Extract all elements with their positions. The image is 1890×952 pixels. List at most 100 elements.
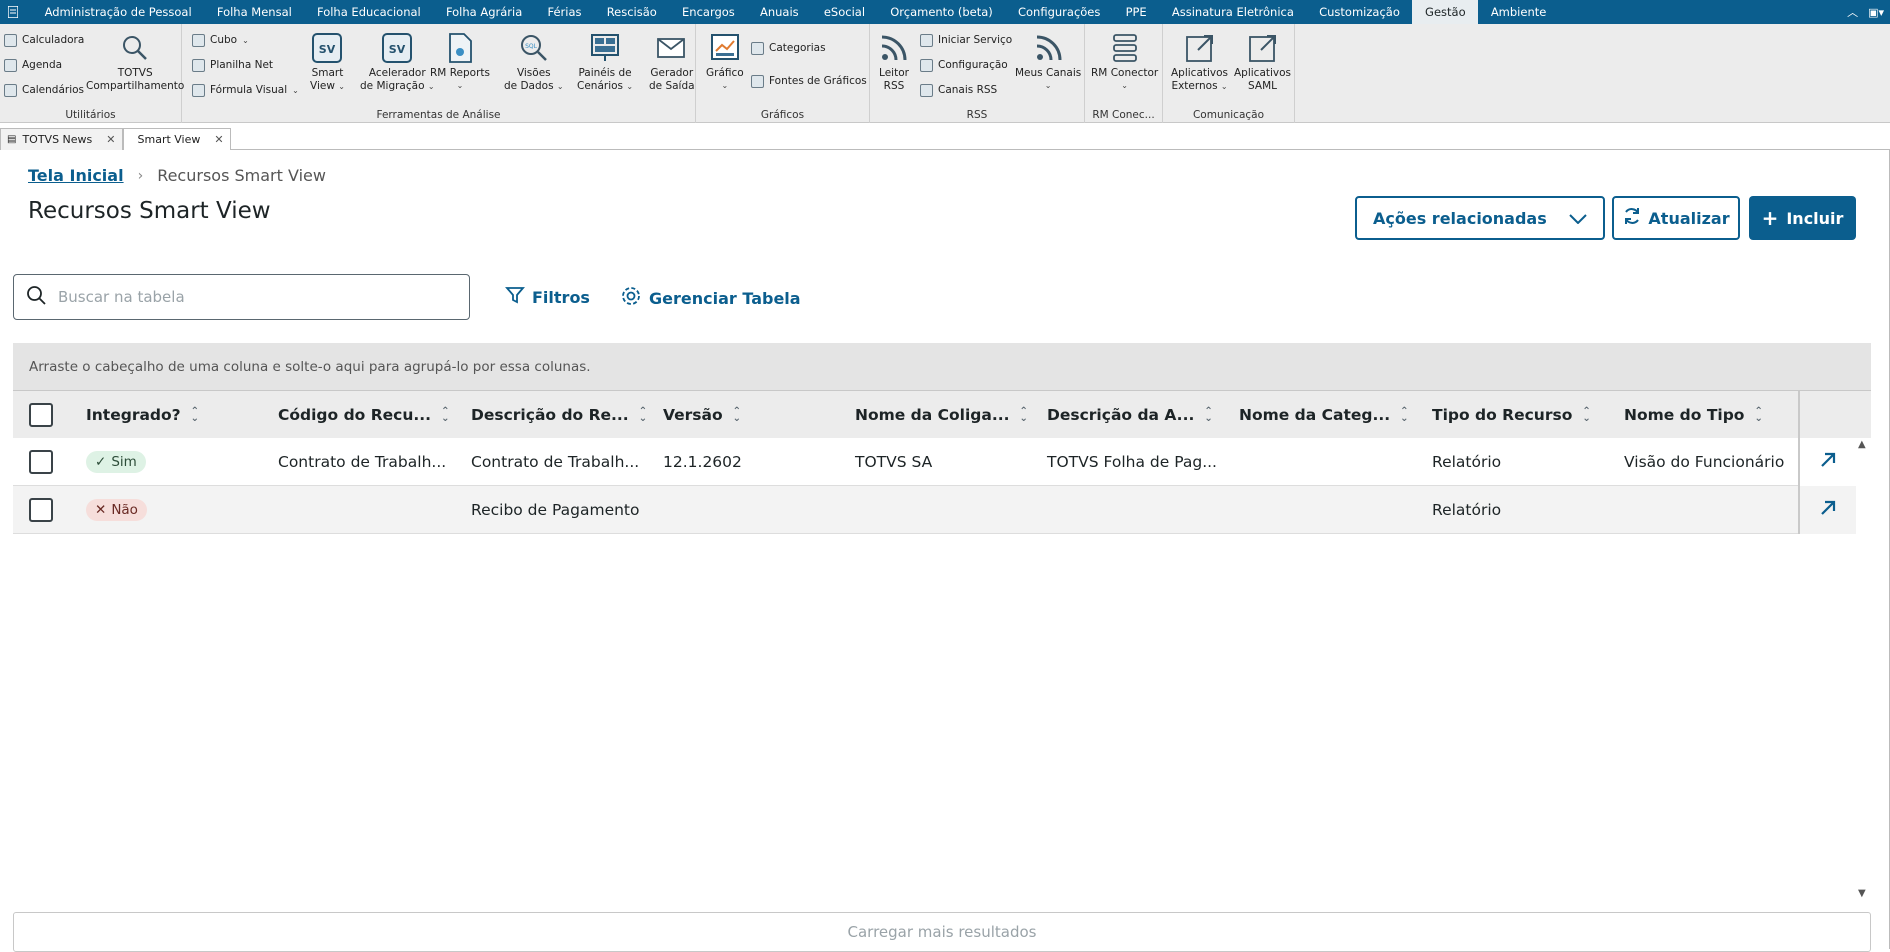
cell-nome-tipo: Visão do Funcionário: [1624, 453, 1785, 471]
canais-rss-button[interactable]: Canais RSS: [920, 81, 997, 99]
paineis-cenarios-button[interactable]: Painéis de Cenários ⌄: [577, 32, 633, 93]
menu-tab-orcamento[interactable]: Orçamento (beta): [878, 0, 1006, 24]
menu-tab-rescisao[interactable]: Rescisão: [594, 0, 669, 24]
search-input[interactable]: [58, 288, 438, 306]
calculadora-button[interactable]: Calculadora: [4, 31, 84, 49]
aplicativos-externos-button[interactable]: Aplicativos Externos ⌄: [1171, 32, 1228, 93]
menu-tab-assinatura[interactable]: Assinatura Eletrônica: [1159, 0, 1306, 24]
menu-tab-gestao[interactable]: Gestão: [1412, 0, 1479, 24]
table-header: Integrado? ⌃ ⌄ Código do Recu... ⌃ ⌄ Descriç…: [13, 390, 1871, 439]
menu-tab-folha-mensal[interactable]: Folha Mensal: [204, 0, 304, 24]
menu-tab-folha-educacional[interactable]: Folha Educacional: [304, 0, 433, 24]
col-versao[interactable]: Versão ⌃ ⌄: [663, 391, 741, 439]
ribbon-group-rmconec: RM Conector ⌄ RM Conec...: [1085, 24, 1163, 123]
open-row-button[interactable]: [1798, 438, 1856, 486]
row-checkbox[interactable]: [29, 498, 53, 522]
row-checkbox[interactable]: [29, 450, 53, 474]
calendarios-button[interactable]: Calendários: [4, 81, 84, 99]
leitor-rss-button[interactable]: Leitor RSS: [878, 32, 910, 92]
ribbon: Calculadora Agenda Calendários TOTVS Com…: [0, 24, 1890, 123]
agenda-icon: [4, 58, 17, 72]
rm-conector-button[interactable]: RM Conector ⌄: [1091, 32, 1158, 92]
scroll-down-icon[interactable]: ▼: [1858, 888, 1866, 899]
manage-table-button[interactable]: Gerenciar Tabela: [620, 285, 801, 311]
meus-canais-button[interactable]: Meus Canais ⌄: [1015, 32, 1081, 92]
svg-text:SV: SV: [389, 43, 406, 56]
menu-tab-customizacao[interactable]: Customização: [1307, 0, 1413, 24]
sort-icon[interactable]: ⌃ ⌄: [733, 407, 741, 424]
table-row[interactable]: ✕ Não Recibo de Pagamento Relatório: [13, 486, 1856, 534]
svg-text:SV: SV: [319, 43, 336, 56]
cubo-button[interactable]: Cubo ⌄: [192, 31, 249, 49]
visoes-dados-button[interactable]: SQL Visões de Dados ⌄: [504, 32, 564, 93]
menu-tab-configuracoes[interactable]: Configurações: [1005, 0, 1113, 24]
menu-tab-administracao[interactable]: Administração de Pessoal: [32, 0, 204, 24]
spreadsheet-icon: [192, 58, 205, 72]
col-codigo[interactable]: Código do Recu... ⌃ ⌄: [278, 391, 449, 439]
close-icon[interactable]: ✕: [214, 133, 223, 146]
app-menu-icon[interactable]: [0, 0, 26, 24]
menu-tab-esocial[interactable]: eSocial: [811, 0, 877, 24]
filters-button[interactable]: Filtros: [505, 285, 590, 309]
add-button[interactable]: + Incluir: [1749, 196, 1856, 240]
acelerador-migracao-button[interactable]: SV Acelerador de Migração ⌄: [360, 32, 435, 93]
col-coligada[interactable]: Nome da Coliga... ⌃ ⌄: [855, 391, 1028, 439]
chevron-right-icon: ›: [137, 167, 144, 184]
table-search-box[interactable]: [13, 274, 470, 320]
cube-icon: [192, 33, 205, 47]
categorias-button[interactable]: Categorias: [751, 39, 826, 57]
rm-reports-button[interactable]: RM Reports ⌄: [430, 32, 490, 92]
sort-icon[interactable]: ⌃ ⌄: [639, 407, 647, 424]
iniciar-servico-button[interactable]: Iniciar Serviço: [920, 31, 1012, 49]
load-more-button[interactable]: Carregar mais resultados: [13, 912, 1871, 952]
scroll-up-icon[interactable]: ▲: [1858, 439, 1866, 450]
related-actions-dropdown[interactable]: Ações relacionadas: [1355, 196, 1605, 240]
doc-tab-totvs-news[interactable]: ▤ TOTVS News ✕: [0, 128, 123, 150]
group-by-dropzone[interactable]: Arraste o cabeçalho de uma coluna e solt…: [13, 343, 1871, 390]
menu-tab-encargos[interactable]: Encargos: [669, 0, 747, 24]
menu-tab-ppe[interactable]: PPE: [1113, 0, 1159, 24]
smart-view-button[interactable]: SV Smart View ⌄: [310, 32, 345, 93]
window-layout-icon[interactable]: ▣▾: [1868, 6, 1884, 19]
open-row-button[interactable]: [1798, 486, 1856, 534]
sort-icon[interactable]: ⌃ ⌄: [1582, 407, 1590, 424]
main-content: Tela Inicial › Recursos Smart View Recur…: [0, 150, 1890, 952]
col-descricao-a[interactable]: Descrição da A... ⌃ ⌄: [1047, 391, 1213, 439]
plus-icon: +: [1761, 206, 1779, 230]
menu-tab-folha-agraria[interactable]: Folha Agrária: [433, 0, 535, 24]
sql-search-icon: SQL: [518, 32, 550, 64]
sort-icon[interactable]: ⌃ ⌄: [1204, 407, 1212, 424]
sort-icon[interactable]: ⌃ ⌄: [1400, 407, 1408, 424]
sort-icon[interactable]: ⌃ ⌄: [1754, 407, 1762, 424]
col-categoria[interactable]: Nome da Categ... ⌃ ⌄: [1239, 391, 1409, 439]
sort-icon[interactable]: ⌃ ⌄: [191, 407, 199, 424]
planilha-net-button[interactable]: Planilha Net: [192, 56, 273, 74]
fontes-graficos-button[interactable]: Fontes de Gráficos: [751, 72, 867, 90]
col-tipo-recurso[interactable]: Tipo do Recurso ⌃ ⌄: [1432, 391, 1591, 439]
col-descricao[interactable]: Descrição do Re... ⌃ ⌄: [471, 391, 647, 439]
menu-tab-anuais[interactable]: Anuais: [747, 0, 811, 24]
select-all-checkbox[interactable]: [29, 403, 53, 427]
gerador-saida-button[interactable]: Gerador de Saída: [649, 32, 695, 92]
col-integrado[interactable]: Integrado? ⌃ ⌄: [86, 391, 199, 439]
formula-visual-button[interactable]: Fórmula Visual ⌄: [192, 81, 299, 99]
breadcrumb-home-link[interactable]: Tela Inicial: [28, 166, 124, 185]
refresh-button[interactable]: Atualizar: [1612, 196, 1740, 240]
table-row[interactable]: ✓ Sim Contrato de Trabalh... Contrato de …: [13, 438, 1856, 486]
doc-tab-smart-view[interactable]: Smart View ✕: [122, 128, 231, 150]
close-icon[interactable]: ✕: [106, 133, 115, 146]
sort-icon[interactable]: ⌃ ⌄: [1020, 407, 1028, 424]
aplicativos-saml-button[interactable]: Aplicativos SAML: [1234, 32, 1291, 92]
sort-icon[interactable]: ⌃ ⌄: [441, 407, 449, 424]
menu-tab-ferias[interactable]: Férias: [535, 0, 594, 24]
document-tabs: ▤ TOTVS News ✕ Smart View ✕: [0, 128, 1890, 150]
configuracao-rss-button[interactable]: Configuração: [920, 56, 1008, 74]
status-badge: ✓ Sim: [86, 451, 146, 473]
ribbon-group-title: Utilitários: [65, 109, 116, 121]
grafico-button[interactable]: Gráfico ⌄: [706, 32, 744, 92]
collapse-ribbon-icon[interactable]: ︿: [1847, 4, 1858, 20]
totvs-compartilhamento-button[interactable]: TOTVS Compartilhamento: [86, 32, 184, 92]
agenda-button[interactable]: Agenda: [4, 56, 62, 74]
col-nome-tipo[interactable]: Nome do Tipo ⌃ ⌄: [1624, 391, 1763, 439]
menu-tab-ambiente[interactable]: Ambiente: [1478, 0, 1559, 24]
